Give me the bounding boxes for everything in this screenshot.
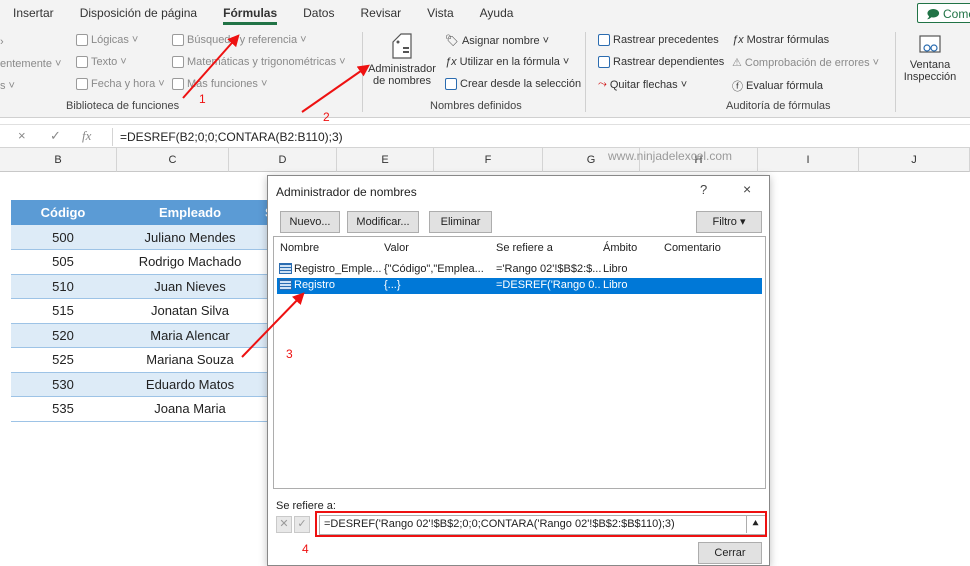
arrow-3: [241, 292, 305, 358]
arrow-2: [301, 64, 370, 113]
annotation-arrows: [182, 34, 370, 358]
arrow-1: [182, 34, 240, 99]
